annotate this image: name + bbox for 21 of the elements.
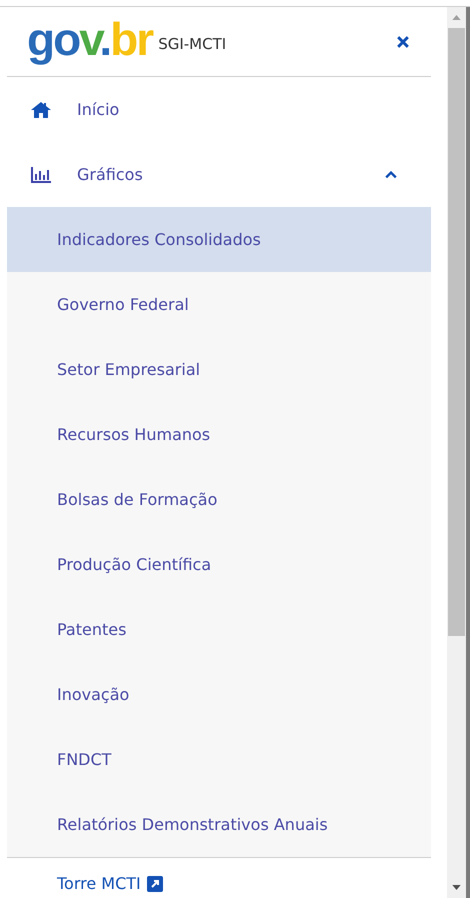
close-button[interactable] [395, 34, 411, 50]
submenu-item[interactable]: Bolsas de Formação [7, 467, 431, 532]
submenu-item[interactable]: Inovação [7, 662, 431, 727]
submenu-item[interactable]: Relatórios Demonstrativos Anuais [7, 792, 431, 857]
external-link[interactable]: Torre MCTI [7, 874, 163, 893]
submenu-item[interactable]: Produção Científica [7, 532, 431, 597]
scroll-down-icon[interactable] [452, 885, 461, 890]
menu-item[interactable]: Gráficos [7, 142, 431, 207]
scrollbar[interactable] [447, 7, 466, 898]
submenu-item[interactable]: Recursos Humanos [7, 402, 431, 467]
menu-item[interactable]: Início [7, 77, 431, 142]
submenu-item[interactable]: Patentes [7, 597, 431, 662]
close-icon [397, 36, 409, 48]
submenu-item[interactable]: Governo Federal [7, 272, 431, 337]
submenu-item[interactable]: FNDCT [7, 727, 431, 792]
bar-chart-icon [31, 166, 51, 182]
submenu-item[interactable]: Setor Empresarial [7, 337, 431, 402]
external-link-icon [146, 876, 163, 892]
site-title: SGI-MCTI [158, 34, 226, 52]
submenu-item[interactable]: Indicadores Consolidados [7, 207, 431, 272]
home-icon [31, 102, 51, 118]
